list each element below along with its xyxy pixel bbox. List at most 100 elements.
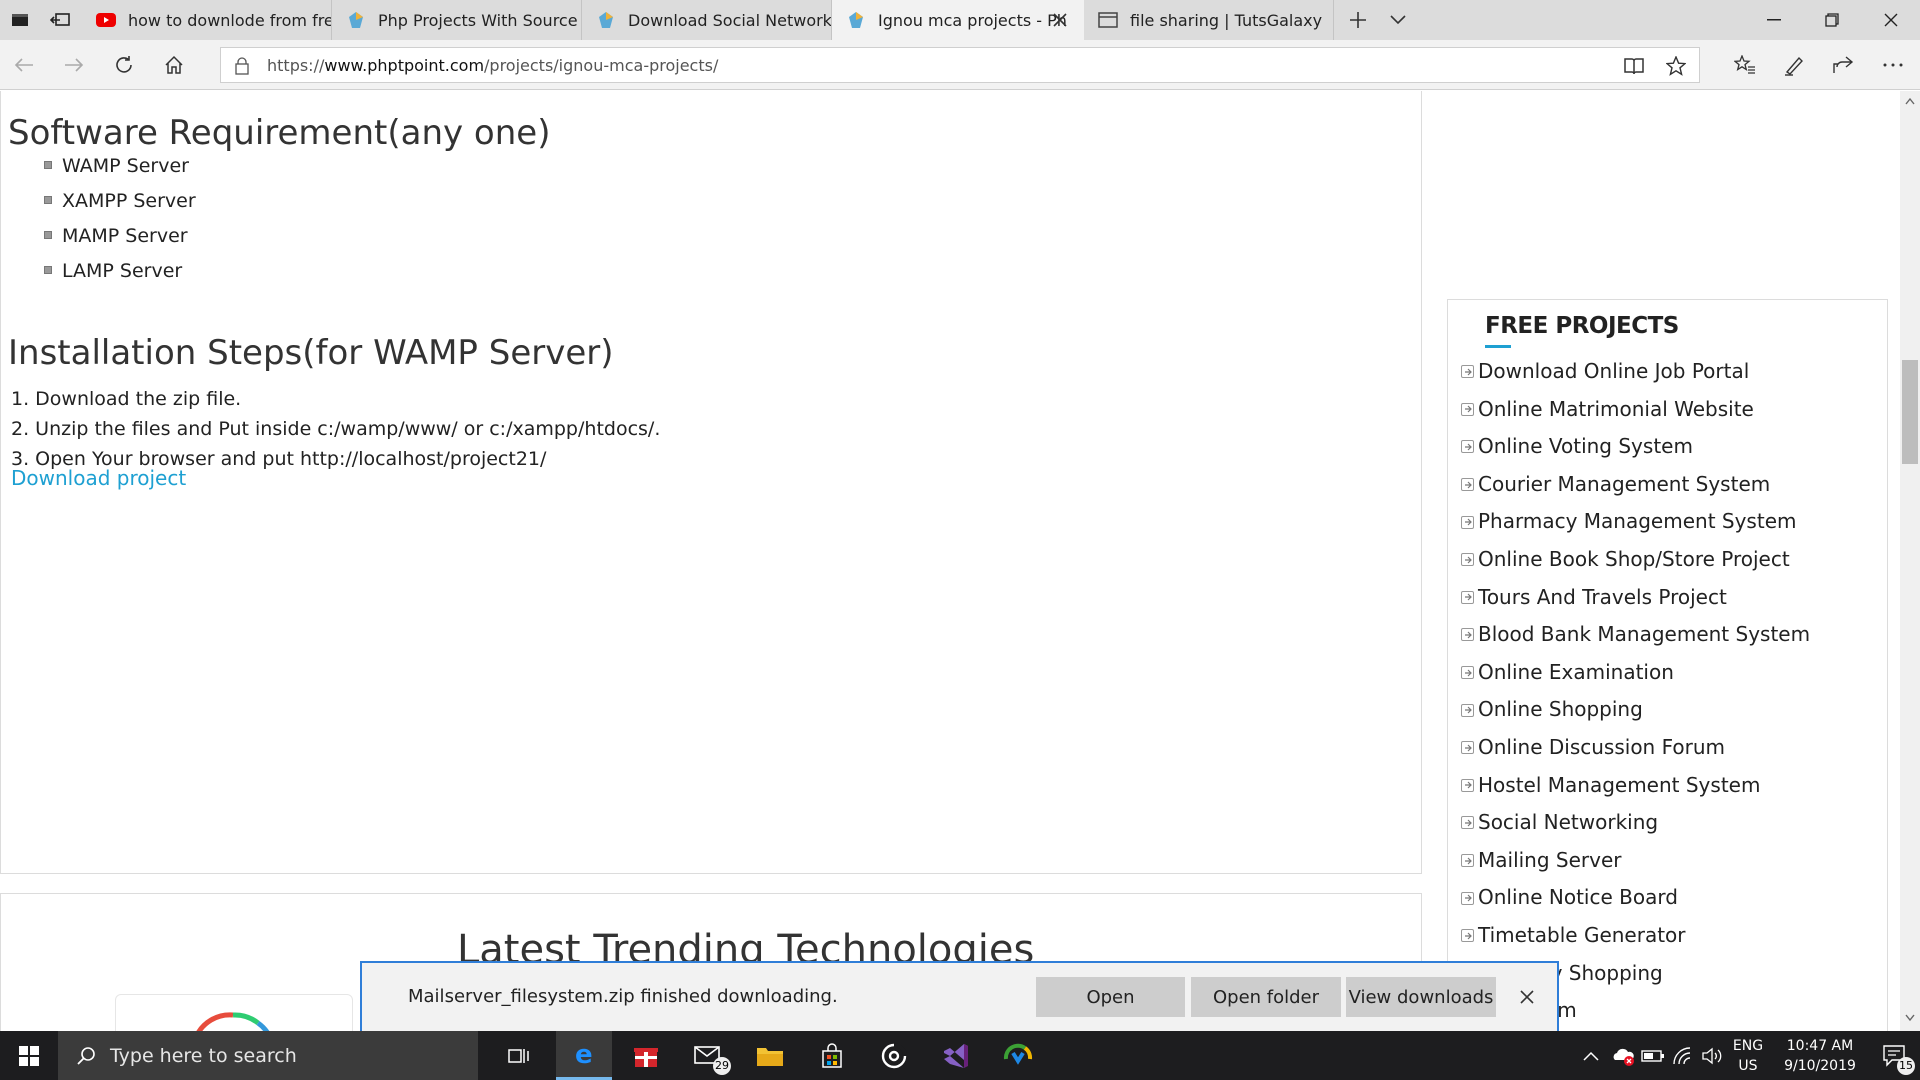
square-bullet-icon — [44, 196, 52, 204]
file-explorer-icon[interactable] — [742, 1031, 798, 1080]
tab-title: Ignou mca projects - Ph — [878, 10, 1067, 30]
address-bar[interactable]: https://www.phptpoint.com/projects/ignou… — [220, 47, 1700, 83]
free-project-label: Courier Management System — [1478, 471, 1771, 496]
tab-actions-icon[interactable] — [0, 0, 40, 40]
windows-start-icon[interactable] — [0, 1031, 58, 1080]
download-project-link[interactable]: Download project — [11, 466, 186, 490]
arrow-right-icon — [1461, 778, 1474, 792]
home-icon[interactable] — [154, 45, 194, 85]
show-hidden-icons-chevron[interactable] — [1576, 1031, 1606, 1080]
web-note-pen-icon[interactable] — [1774, 45, 1814, 85]
scroll-up-icon[interactable] — [1903, 95, 1920, 109]
taskbar-search-box[interactable]: Type here to search — [58, 1031, 478, 1080]
media-player-icon[interactable] — [866, 1031, 922, 1080]
svg-text:e: e — [575, 1041, 593, 1067]
free-project-link[interactable]: Online Shopping — [1461, 691, 1810, 729]
open-button[interactable]: Open — [1036, 977, 1185, 1017]
free-project-label: Tours And Travels Project — [1478, 584, 1727, 609]
back-icon[interactable] — [4, 45, 44, 85]
more-options-icon[interactable] — [1873, 45, 1913, 85]
free-project-link[interactable]: Download Online Job Portal — [1461, 353, 1810, 391]
download-manager-icon[interactable] — [990, 1031, 1046, 1080]
page-scrollbar[interactable] — [1900, 91, 1920, 1031]
free-project-link[interactable]: Pharmacy Management System — [1461, 503, 1810, 541]
square-bullet-icon — [44, 231, 52, 239]
tab-php-projects[interactable]: Php Projects With Source Co — [332, 0, 582, 40]
free-project-link[interactable]: Online Notice Board — [1461, 879, 1810, 917]
view-downloads-button[interactable]: View downloads — [1346, 977, 1496, 1017]
favorite-star-icon[interactable] — [1665, 55, 1687, 80]
arrow-right-icon — [1461, 553, 1474, 567]
forward-icon[interactable] — [54, 45, 94, 85]
wifi-icon[interactable] — [1668, 1031, 1698, 1080]
list-item: 2. Unzip the files and Put inside c:/wam… — [11, 418, 661, 440]
arrow-right-icon — [1461, 365, 1474, 379]
volume-icon[interactable] — [1698, 1031, 1728, 1080]
close-download-bar-icon[interactable] — [1515, 985, 1539, 1009]
tab-youtube[interactable]: how to downlode from free — [82, 0, 332, 40]
installation-steps-list: 1. Download the zip file. 2. Unzip the f… — [11, 384, 660, 474]
taskbar-clock[interactable]: 10:47 AM 9/10/2019 — [1770, 1036, 1870, 1076]
set-tabs-aside-icon[interactable] — [40, 0, 80, 40]
tab-title: file sharing | TutsGalaxy — [1130, 10, 1323, 30]
free-project-link[interactable]: Courier Management System — [1461, 466, 1810, 504]
open-folder-button[interactable]: Open folder — [1191, 977, 1341, 1017]
free-project-label: Social Networking — [1478, 810, 1659, 835]
onedrive-error-icon[interactable] — [1608, 1031, 1638, 1080]
free-project-link[interactable]: Tours And Travels Project — [1461, 579, 1810, 617]
tab-preview-chevron-icon[interactable] — [1378, 0, 1418, 40]
edge-taskbar-icon[interactable]: e — [556, 1031, 612, 1080]
scrollbar-thumb[interactable] — [1902, 360, 1918, 464]
tab-social-networking[interactable]: Download Social Networkin — [582, 0, 832, 40]
minimize-icon[interactable] — [1745, 0, 1803, 40]
gift-app-icon[interactable] — [618, 1031, 674, 1080]
square-bullet-icon — [44, 161, 52, 169]
free-project-label: Online Voting System — [1478, 434, 1693, 459]
favorites-hub-icon[interactable] — [1725, 45, 1765, 85]
close-window-icon[interactable] — [1862, 0, 1920, 40]
free-project-label: Hostel Management System — [1478, 772, 1761, 797]
visual-studio-icon[interactable] — [928, 1031, 984, 1080]
free-project-link[interactable]: Online Book Shop/Store Project — [1461, 541, 1810, 579]
phptpoint-icon — [346, 10, 366, 30]
free-project-link[interactable]: Hostel Management System — [1461, 767, 1810, 805]
share-icon[interactable] — [1823, 45, 1863, 85]
free-project-label: Online Notice Board — [1478, 885, 1678, 910]
server-list: WAMP Server XAMPP Server MAMP Server LAM… — [42, 149, 196, 289]
task-view-icon[interactable] — [494, 1031, 544, 1080]
close-tab-icon[interactable] — [1050, 10, 1070, 30]
mail-count-badge: 29 — [713, 1057, 731, 1075]
refresh-icon[interactable] — [104, 45, 144, 85]
clock-time: 10:47 AM — [1786, 1038, 1854, 1054]
battery-icon[interactable] — [1638, 1031, 1668, 1080]
new-tab-icon[interactable] — [1338, 0, 1378, 40]
free-project-link[interactable]: Online Examination — [1461, 654, 1810, 692]
tab-title: Download Social Networkin — [628, 10, 832, 30]
free-project-link[interactable]: Online Discussion Forum — [1461, 729, 1810, 767]
region-code: US — [1738, 1058, 1758, 1074]
free-project-link[interactable]: Timetable Generator — [1461, 917, 1810, 955]
free-project-link[interactable]: Mailing Server — [1461, 842, 1810, 880]
browser-tab-strip: how to downlode from free Php Projects W… — [0, 0, 1920, 40]
tab-ignou-mca[interactable]: Ignou mca projects - Ph — [832, 0, 1084, 40]
action-center-icon[interactable]: 15 — [1870, 1031, 1920, 1080]
tab-tutsgalaxy[interactable]: file sharing | TutsGalaxy — [1084, 0, 1334, 40]
free-project-label: Timetable Generator — [1478, 922, 1686, 947]
heading-underline — [1485, 345, 1511, 348]
search-placeholder: Type here to search — [110, 1044, 297, 1067]
phptpoint-icon — [596, 10, 616, 30]
free-project-link[interactable]: Blood Bank Management System — [1461, 616, 1810, 654]
free-project-link[interactable]: Social Networking — [1461, 804, 1810, 842]
free-project-link[interactable]: Online Matrimonial Website — [1461, 391, 1810, 429]
input-language-indicator[interactable]: ENG US — [1730, 1036, 1766, 1076]
free-project-label: Pharmacy Management System — [1478, 509, 1797, 534]
list-item: LAMP Server — [42, 254, 196, 289]
arrow-right-icon — [1461, 440, 1474, 454]
reading-view-icon[interactable] — [1623, 56, 1645, 80]
scroll-down-icon[interactable] — [1903, 1011, 1920, 1025]
free-project-link[interactable]: Online Voting System — [1461, 428, 1810, 466]
mail-icon[interactable]: 29 — [680, 1031, 736, 1080]
microsoft-store-icon[interactable] — [804, 1031, 860, 1080]
restore-icon[interactable] — [1803, 0, 1861, 40]
arrow-right-icon — [1461, 816, 1474, 830]
